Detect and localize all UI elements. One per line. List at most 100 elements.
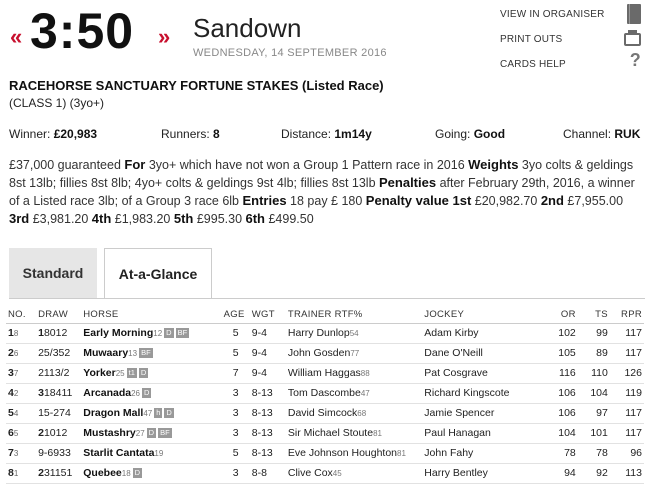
runner-form: 31151 <box>43 467 73 479</box>
runner-weight: 8-13 <box>249 443 286 464</box>
trainer-link[interactable]: David Simcock <box>288 407 357 419</box>
table-row[interactable]: 42 318411 Arcanada26 D 3 8-13 Tom Dascomb… <box>6 383 644 404</box>
trainer-link[interactable]: Tom Dascombe <box>288 387 361 399</box>
runner-trainer-cell: William Haggas88 <box>285 363 423 384</box>
distance-stat: Distance: 1m14y <box>281 127 372 141</box>
runner-trainer-cell: Sir Michael Stoute81 <box>285 423 423 444</box>
col-wgt: WGT <box>249 306 286 324</box>
trainer-link[interactable]: William Haggas <box>288 367 361 379</box>
col-jockey: JOCKEY <box>422 306 543 324</box>
help-icon: ? <box>629 50 641 70</box>
runner-trainer-cell: Clive Cox45 <box>285 463 423 484</box>
card-tools: VIEW IN ORGANISER PRINT OUTS CARDS HELP … <box>500 4 645 81</box>
view-in-organiser-link[interactable]: VIEW IN ORGANISER <box>500 4 645 31</box>
tab-standard[interactable]: Standard <box>9 248 97 298</box>
runner-horse-cell: Yorker25 t1 D <box>81 363 222 384</box>
trainer-link[interactable]: Eve Johnson Houghton <box>288 447 397 459</box>
col-horse: HORSE <box>81 306 222 324</box>
runner-form-cell: 18012 <box>36 323 82 344</box>
runner-form: 2113/2 <box>38 367 70 379</box>
conditions-keyword: 5th <box>173 211 194 226</box>
runner-trainer-cell: David Simcock68 <box>285 403 423 424</box>
runner-trainer-cell: Harry Dunlop54 <box>285 323 423 344</box>
col-or: OR <box>542 306 578 324</box>
runner-weight: 8-13 <box>249 423 286 444</box>
runner-badge: h <box>154 408 163 418</box>
horse-name-link[interactable]: Dragon Mall <box>83 407 143 419</box>
runner-weight: 9-4 <box>249 363 286 384</box>
jockey-link[interactable]: Jamie Spencer <box>422 403 543 424</box>
previous-race-arrow[interactable]: « <box>10 26 22 48</box>
table-row[interactable]: 26 25/352 Muwaary13 BF 5 9-4 John Gosden7… <box>6 343 644 364</box>
jockey-link[interactable]: John Fahy <box>422 443 543 464</box>
conditions-text: 3yo+ which have not won a Group 1 Patter… <box>145 158 469 172</box>
days-since-run: 12 <box>153 329 163 338</box>
printer-icon <box>624 30 641 46</box>
table-row[interactable]: 81 231151 Quebee18 D 3 8-8 Clive Cox45 Ha… <box>6 463 644 484</box>
horse-name-link[interactable]: Quebee <box>83 467 122 479</box>
tab-at-a-glance[interactable]: At-a-Glance <box>104 248 212 299</box>
conditions-keyword: Penalty value 1st <box>365 193 472 208</box>
print-outs-label: PRINT OUTS <box>500 34 563 45</box>
jockey-link[interactable]: Dane O'Neill <box>422 343 543 364</box>
horse-name-link[interactable]: Starlit Cantata <box>83 447 154 459</box>
table-row[interactable]: 18 18012 Early Morning12 D BF 5 9-4 Harry … <box>6 323 644 344</box>
trainer-link[interactable]: Harry Dunlop <box>288 327 350 339</box>
horse-name-link[interactable]: Arcanada <box>83 387 131 399</box>
jockey-link[interactable]: Adam Kirby <box>422 323 543 344</box>
runner-rpr: 117 <box>609 423 644 444</box>
runner-form: 25/352 <box>38 347 71 359</box>
runner-weight: 8-8 <box>249 463 286 484</box>
runner-weight: 8-13 <box>249 383 286 404</box>
runners-table: NO. DRAW HORSE AGE WGT TRAINER RTF% JOCK… <box>6 306 644 484</box>
runner-or: 94 <box>542 463 578 484</box>
horse-name-link[interactable]: Yorker <box>83 367 116 379</box>
runner-horse-cell: Arcanada26 D <box>81 383 222 404</box>
conditions-text: £995.30 <box>193 212 246 226</box>
conditions-text: £3,981.20 <box>29 212 92 226</box>
table-row[interactable]: 54 15-274 Dragon Mall47 h D 3 8-13 David S… <box>6 403 644 424</box>
col-trainer: TRAINER RTF% <box>285 306 423 324</box>
conditions-keyword: Weights <box>468 157 519 172</box>
trainer-link[interactable]: Sir Michael Stoute <box>288 427 373 439</box>
runner-age: 3 <box>221 463 250 484</box>
runner-age: 5 <box>221 343 250 364</box>
runner-form: 18411 <box>43 387 73 399</box>
jockey-link[interactable]: Harry Bentley <box>422 463 543 484</box>
jockey-link[interactable]: Paul Hanagan <box>422 423 543 444</box>
runner-rpr: 126 <box>609 363 644 384</box>
table-row[interactable]: 37 2113/2 Yorker25 t1 D 7 9-4 William Hagg… <box>6 363 644 384</box>
horse-name-link[interactable]: Early Morning <box>83 327 153 339</box>
horse-name-link[interactable]: Mustashry <box>83 427 136 439</box>
runner-badge: BF <box>175 328 190 338</box>
conditions-keyword: For <box>124 157 146 172</box>
runner-ts: 101 <box>577 423 610 444</box>
jockey-link[interactable]: Richard Kingscote <box>422 383 543 404</box>
runner-or: 106 <box>542 383 578 404</box>
days-since-run: 26 <box>131 389 140 398</box>
trainer-link[interactable]: John Gosden <box>288 347 350 359</box>
trainer-link[interactable]: Clive Cox <box>288 467 333 479</box>
days-since-run: 13 <box>128 349 138 358</box>
runner-number-cell: 26 <box>6 343 37 364</box>
cards-help-link[interactable]: CARDS HELP ? <box>500 51 645 81</box>
runner-number-cell: 18 <box>6 323 37 344</box>
runner-draw: 2 <box>13 389 19 398</box>
runner-or: 78 <box>542 443 578 464</box>
runner-ts: 99 <box>577 323 610 344</box>
runner-trainer-cell: John Gosden77 <box>285 343 423 364</box>
jockey-link[interactable]: Pat Cosgrave <box>422 363 543 384</box>
runner-rpr: 96 <box>609 443 644 464</box>
print-outs-link[interactable]: PRINT OUTS <box>500 30 645 56</box>
runner-draw: 7 <box>13 369 19 378</box>
runner-number-cell: 42 <box>6 383 37 404</box>
runner-age: 3 <box>221 423 250 444</box>
winner-value: £20,983 <box>53 127 98 141</box>
horse-name-link[interactable]: Muwaary <box>83 347 128 359</box>
next-race-arrow[interactable]: » <box>158 26 170 48</box>
conditions-keyword: 6th <box>245 211 266 226</box>
table-row[interactable]: 73 9-6933 Starlit Cantata19 5 8-13 Eve J… <box>6 443 644 464</box>
runner-or: 106 <box>542 403 578 424</box>
table-row[interactable]: 65 21012 Mustashry27 D BF 3 8-13 Sir Micha… <box>6 423 644 444</box>
conditions-keyword: 2nd <box>540 193 564 208</box>
